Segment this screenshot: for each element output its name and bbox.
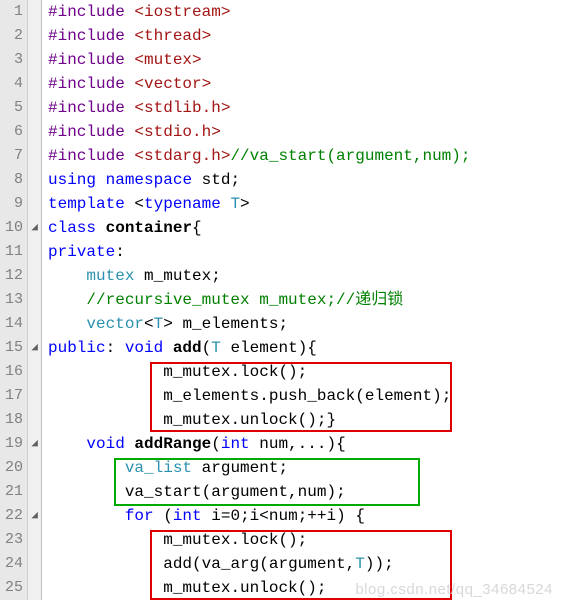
code-line: vector<T> m_elements; bbox=[48, 312, 561, 336]
line-number: 6 bbox=[0, 120, 27, 144]
line-number: 24 bbox=[0, 552, 27, 576]
line-number: 15 bbox=[0, 336, 27, 360]
line-number: 11 bbox=[0, 240, 27, 264]
line-number: 18 bbox=[0, 408, 27, 432]
code-line: m_elements.push_back(element); bbox=[48, 384, 561, 408]
line-number: 17 bbox=[0, 384, 27, 408]
code-line: template <typename T> bbox=[48, 192, 561, 216]
code-line: #include <stdarg.h>//va_start(argument,n… bbox=[48, 144, 561, 168]
fold-toggle-icon[interactable]: ◢ bbox=[28, 336, 41, 360]
code-line: #include <iostream> bbox=[48, 0, 561, 24]
code-line: #include <stdlib.h> bbox=[48, 96, 561, 120]
code-line: public: void add(T element){ bbox=[48, 336, 561, 360]
line-number: 5 bbox=[0, 96, 27, 120]
line-number: 20 bbox=[0, 456, 27, 480]
line-number: 7 bbox=[0, 144, 27, 168]
code-line: m_mutex.unlock(); bbox=[48, 576, 561, 600]
line-number: 8 bbox=[0, 168, 27, 192]
line-number: 10 bbox=[0, 216, 27, 240]
code-line: m_mutex.lock(); bbox=[48, 528, 561, 552]
code-line: private: bbox=[48, 240, 561, 264]
code-editor: 1 2 3 4 5 6 7 8 9 10 11 12 13 14 15 16 1… bbox=[0, 0, 561, 600]
code-line: add(va_arg(argument,T)); bbox=[48, 552, 561, 576]
line-number: 23 bbox=[0, 528, 27, 552]
fold-toggle-icon[interactable]: ◢ bbox=[28, 216, 41, 240]
code-line: va_start(argument,num); bbox=[48, 480, 561, 504]
line-number: 3 bbox=[0, 48, 27, 72]
code-line: using namespace std; bbox=[48, 168, 561, 192]
line-number: 1 bbox=[0, 0, 27, 24]
line-number: 13 bbox=[0, 288, 27, 312]
line-number: 21 bbox=[0, 480, 27, 504]
line-number: 19 bbox=[0, 432, 27, 456]
line-number: 16 bbox=[0, 360, 27, 384]
code-line: class container{ bbox=[48, 216, 561, 240]
line-number: 9 bbox=[0, 192, 27, 216]
code-line: m_mutex.lock(); bbox=[48, 360, 561, 384]
code-line: //recursive_mutex m_mutex;//递归锁 bbox=[48, 288, 561, 312]
line-number: 4 bbox=[0, 72, 27, 96]
line-number-gutter: 1 2 3 4 5 6 7 8 9 10 11 12 13 14 15 16 1… bbox=[0, 0, 28, 600]
line-number: 2 bbox=[0, 24, 27, 48]
code-line: #include <stdio.h> bbox=[48, 120, 561, 144]
code-line: m_mutex.unlock();} bbox=[48, 408, 561, 432]
line-number: 14 bbox=[0, 312, 27, 336]
code-line: for (int i=0;i<num;++i) { bbox=[48, 504, 561, 528]
code-line: va_list argument; bbox=[48, 456, 561, 480]
code-area[interactable]: #include <iostream> #include <thread> #i… bbox=[42, 0, 561, 600]
code-line: mutex m_mutex; bbox=[48, 264, 561, 288]
fold-toggle-icon[interactable]: ◢ bbox=[28, 432, 41, 456]
code-line: #include <thread> bbox=[48, 24, 561, 48]
code-line: #include <vector> bbox=[48, 72, 561, 96]
line-number: 25 bbox=[0, 576, 27, 600]
line-number: 12 bbox=[0, 264, 27, 288]
code-line: void addRange(int num,...){ bbox=[48, 432, 561, 456]
line-number: 22 bbox=[0, 504, 27, 528]
fold-column: ◢ ◢ ◢ ◢ bbox=[28, 0, 42, 600]
code-line: #include <mutex> bbox=[48, 48, 561, 72]
fold-toggle-icon[interactable]: ◢ bbox=[28, 504, 41, 528]
